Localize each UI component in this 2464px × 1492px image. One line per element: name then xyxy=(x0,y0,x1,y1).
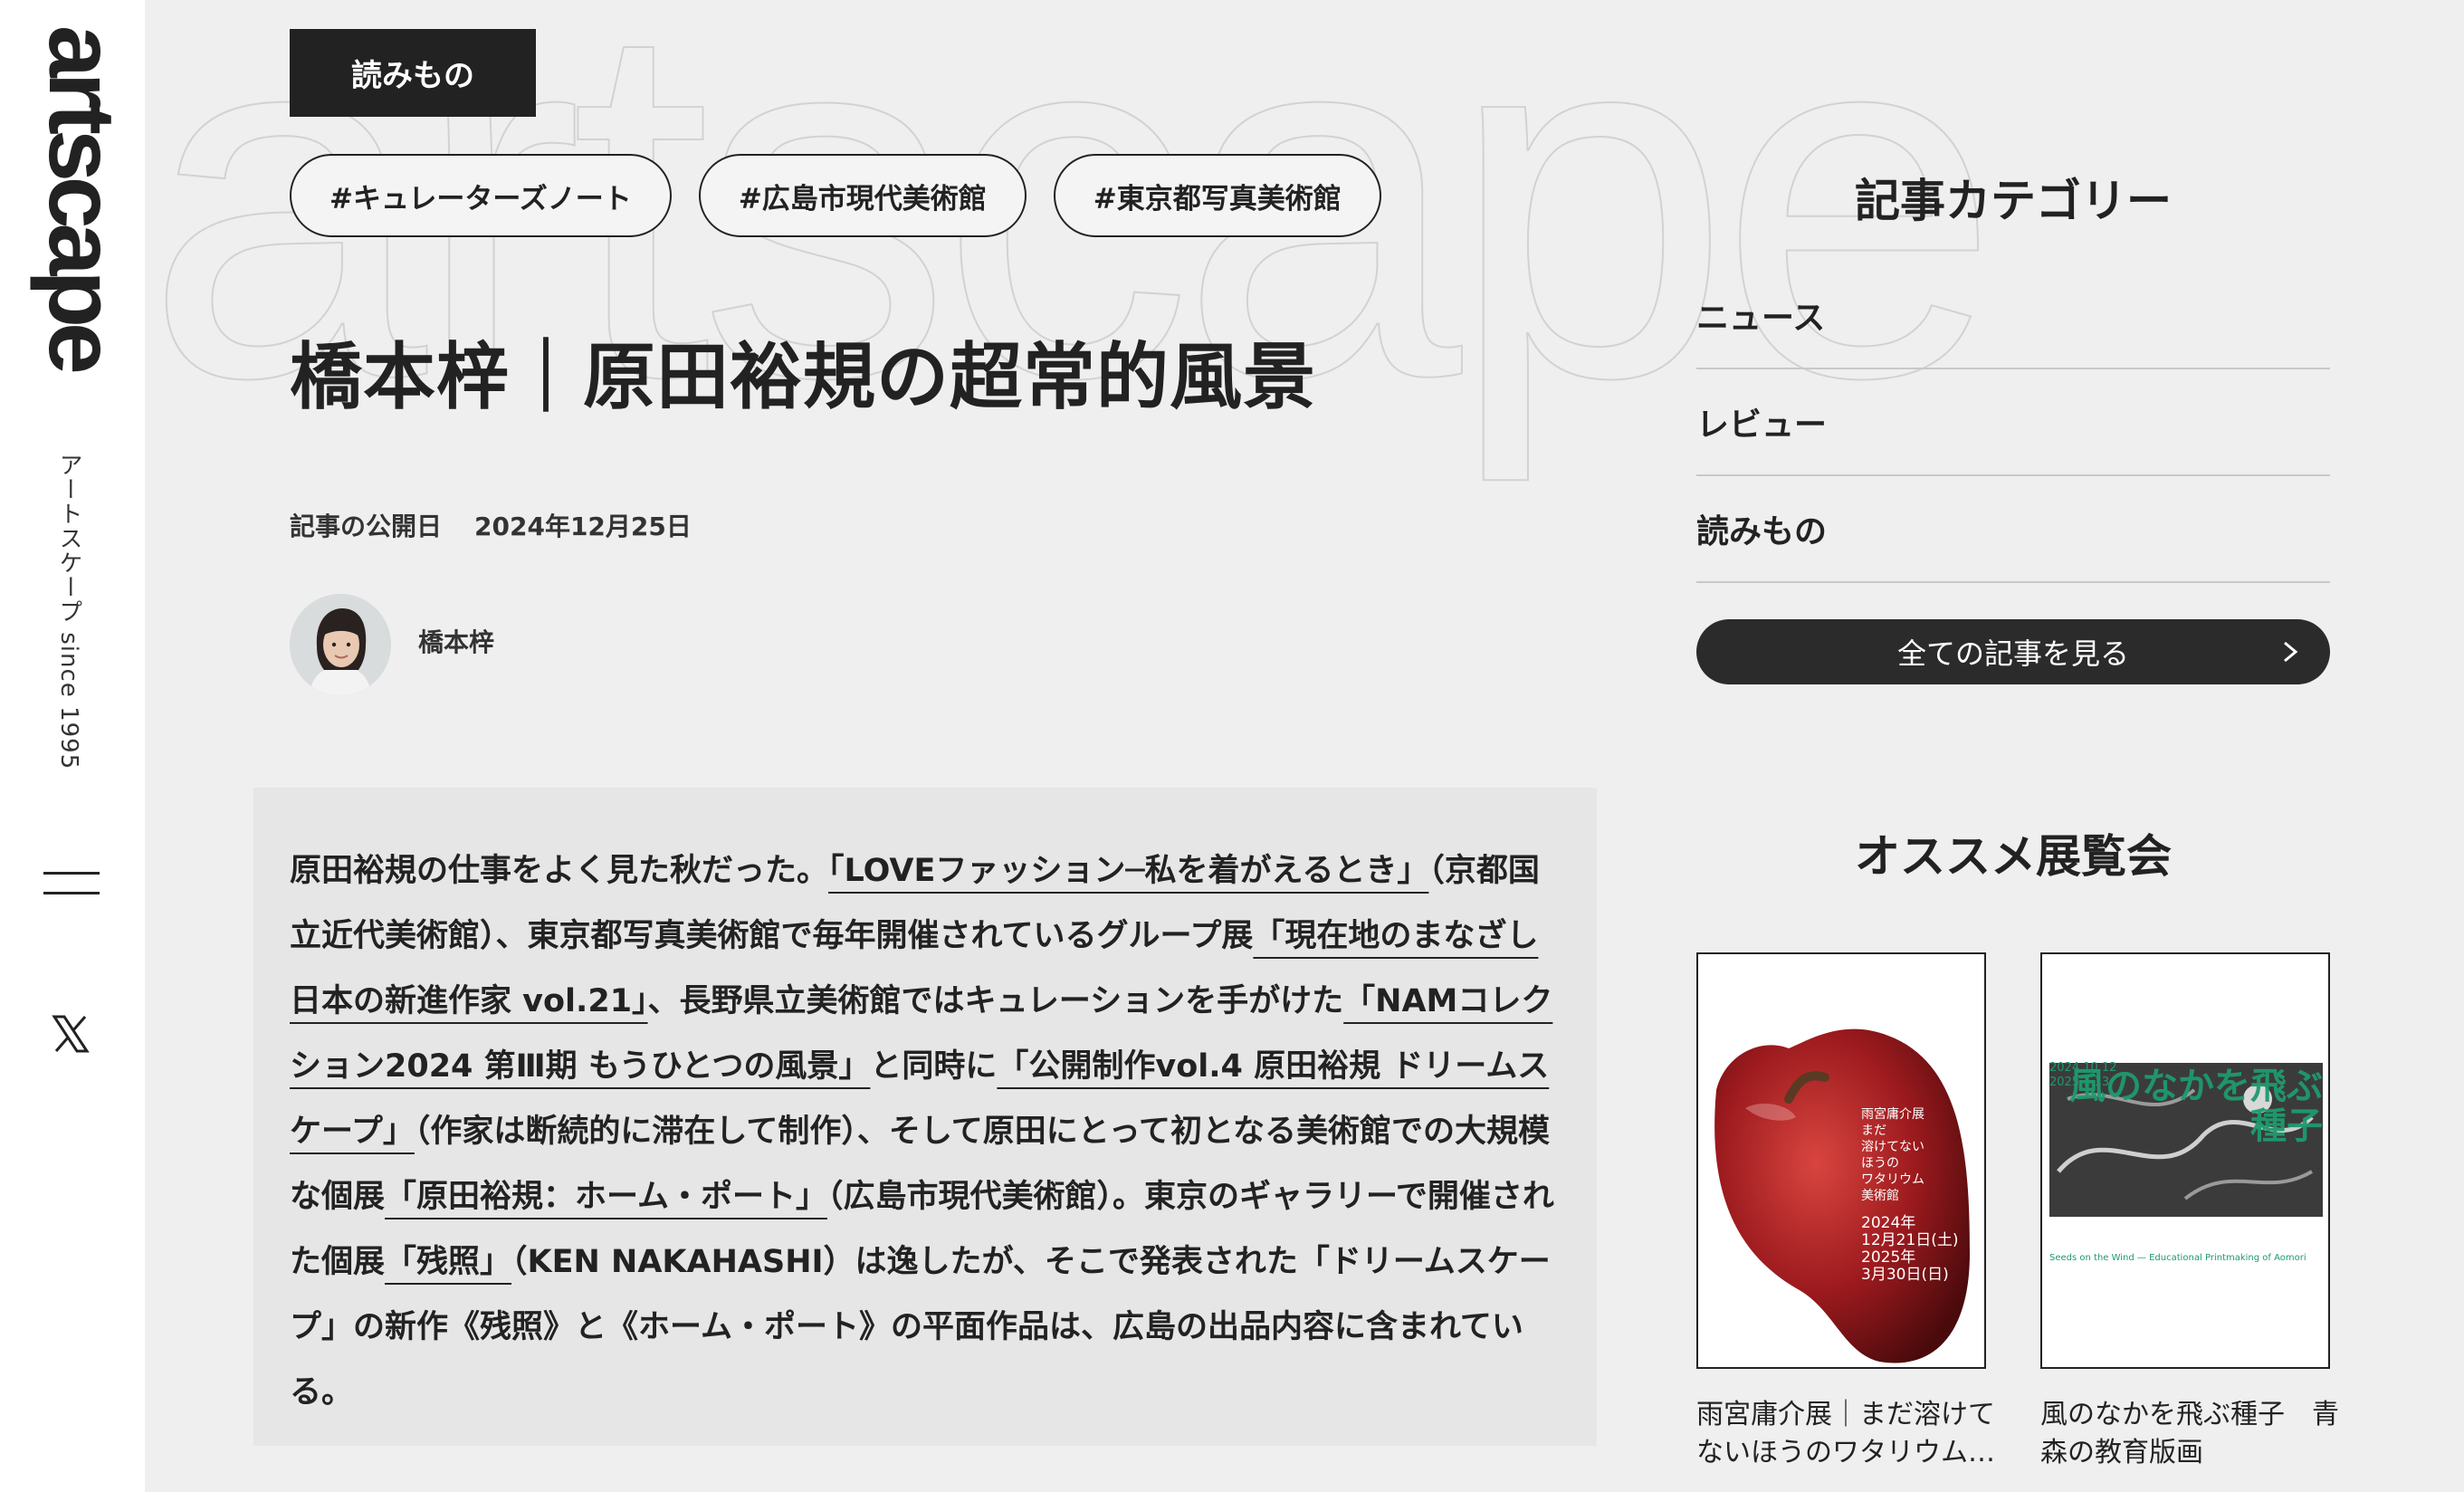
recommended-heading: オススメ展覧会 xyxy=(1855,830,2172,883)
apple-poster-image xyxy=(1698,954,1984,1367)
body-text: 、長野県立美術館ではキュレーションを手がけた xyxy=(647,983,1344,1019)
poster-dates: 2024.10.12 2025.1.13 xyxy=(2049,1061,2116,1090)
poster-seeds-on-the-wind[interactable]: 風のなかを飛ぶ種子 2024.10.12 2025.1.13 Seeds on … xyxy=(2040,952,2330,1369)
link-love-fashion[interactable]: 「LOVEファッション─私を着がえるとき」 xyxy=(828,853,1428,889)
publish-date-label: 記事の公開日 xyxy=(290,512,443,541)
x-twitter-icon[interactable] xyxy=(51,1014,91,1054)
poster-date: 2024年 xyxy=(1861,1214,1916,1232)
site-logo[interactable]: artscape xyxy=(29,25,134,369)
poster-date: 12月21日(土) xyxy=(1861,1231,1959,1249)
author-name[interactable]: 橋本梓 xyxy=(418,623,494,659)
category-badge[interactable]: 読みもの xyxy=(290,29,536,117)
tag-hiroshima-moca[interactable]: #広島市現代美術館 xyxy=(698,154,1027,237)
poster-subtitle: Seeds on the Wind — Educational Printmak… xyxy=(2049,1253,2306,1263)
category-review[interactable]: レビュー xyxy=(1696,369,2330,476)
poster-line: 美術館 xyxy=(1861,1189,1899,1203)
poster-date: 3月30日(日) xyxy=(1861,1266,1949,1284)
body-text: と同時に xyxy=(870,1048,998,1085)
poster-date: 2025.1.13 xyxy=(2049,1076,2110,1089)
category-yomimono[interactable]: 読みもの xyxy=(1696,476,2330,583)
category-news[interactable]: ニュース xyxy=(1696,263,2330,369)
article-lead: 原田裕規の仕事をよく見た秋だった。「LOVEファッション─私を着がえるとき」（京… xyxy=(253,788,1597,1446)
body-text: 原田裕規の仕事をよく見た秋だった。 xyxy=(290,853,829,889)
article-title: 橋本梓｜原田裕規の超常的風景 xyxy=(290,335,1316,419)
categories-heading: 記事カテゴリー xyxy=(1855,175,2172,227)
poster-title-text: 雨宮庸介展 まだ 溶けてない ほうの ワタリウム 美術館 xyxy=(1861,1106,1924,1204)
link-zansho[interactable]: 「残照」 xyxy=(385,1244,511,1280)
author-portrait-icon xyxy=(290,594,391,695)
poster-line: まだ xyxy=(1861,1124,1886,1138)
link-home-port[interactable]: 「原田裕規：ホーム・ポート」 xyxy=(385,1179,827,1215)
chevron-right-icon xyxy=(2284,641,2298,663)
publish-date: 記事の公開日 2024年12月25日 xyxy=(290,507,692,543)
all-articles-label: 全ての記事を見る xyxy=(1896,636,2129,671)
poster-dates: 2024年 12月21日(土) 2025年 3月30日(日) xyxy=(1861,1215,1959,1284)
poster-line: 雨宮庸介展 xyxy=(1861,1107,1924,1122)
sidebar: artscape アートスケープ since 1995 xyxy=(0,0,145,1492)
poster-line: 溶けてない xyxy=(1861,1140,1924,1154)
all-articles-button[interactable]: 全ての記事を見る xyxy=(1696,619,2330,684)
poster-caption-seeds[interactable]: 風のなかを飛ぶ種子 青森の教育版画 xyxy=(2040,1396,2339,1472)
site-tagline: アートスケープ since 1995 xyxy=(55,453,82,770)
tag-tokyo-photo-museum[interactable]: #東京都写真美術館 xyxy=(1053,154,1381,237)
poster-line: ワタリウム xyxy=(1861,1172,1924,1187)
tag-list: #キュレーターズノート #広島市現代美術館 #東京都写真美術館 xyxy=(290,154,1381,237)
poster-amemiya-exhibition[interactable]: 雨宮庸介展 まだ 溶けてない ほうの ワタリウム 美術館 2024年 12月21… xyxy=(1696,952,1986,1369)
poster-line: ほうの xyxy=(1861,1156,1899,1171)
hamburger-menu-icon[interactable] xyxy=(43,872,100,897)
poster-date: 2025年 xyxy=(1861,1248,1916,1267)
tag-curators-note[interactable]: #キュレーターズノート xyxy=(290,154,672,237)
publish-date-value: 2024年12月25日 xyxy=(474,512,692,541)
poster-date: 2024.10.12 xyxy=(2049,1061,2117,1075)
poster-caption-amemiya[interactable]: 雨宮庸介展｜まだ溶けてないほうのワタリウム… xyxy=(1696,1396,1995,1472)
author-avatar[interactable] xyxy=(290,594,391,695)
